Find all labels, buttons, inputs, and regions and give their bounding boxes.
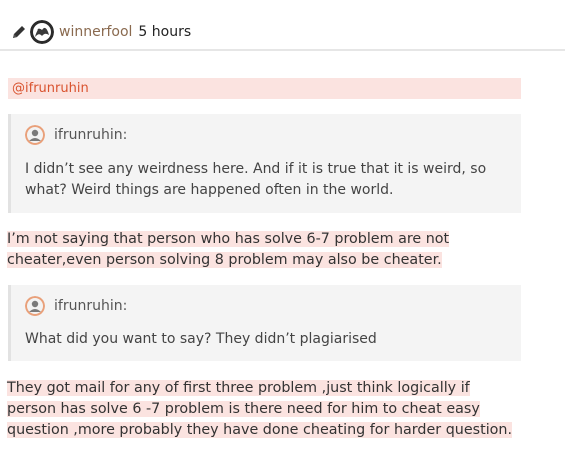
author-username[interactable]: winnerfool: [59, 24, 132, 40]
header-divider: [0, 49, 565, 51]
quote-avatar[interactable]: [25, 125, 45, 145]
reply-paragraph: They got mail for any of first three pro…: [7, 378, 522, 441]
author-avatar[interactable]: [30, 20, 54, 44]
quote-block: ifrunruhin: I didn’t see any weirdness h…: [8, 114, 521, 213]
post-timestamp[interactable]: 5 hours: [138, 24, 191, 40]
quote-text: I didn’t see any weirdness here. And if …: [25, 161, 487, 198]
quote-header: ifrunruhin:: [25, 296, 127, 316]
quote-author: ifrunruhin:: [54, 298, 128, 314]
reply-paragraph: I’m not saying that person who has solve…: [7, 229, 522, 271]
quote-avatar[interactable]: [25, 296, 45, 316]
pencil-icon[interactable]: [10, 23, 28, 41]
quote-block: ifrunruhin: What did you want to say? Th…: [8, 285, 521, 361]
reply-paragraph-text: I’m not saying that person who has solve…: [7, 231, 450, 268]
mention-line: @ifrunruhin: [8, 78, 521, 99]
quote-text: What did you want to say? They didn’t pl…: [25, 331, 377, 347]
quote-author: ifrunruhin:: [54, 127, 128, 143]
reply-paragraph-text: They got mail for any of first three pro…: [7, 380, 513, 438]
quote-header: ifrunruhin:: [25, 125, 127, 145]
user-mention-link[interactable]: @ifrunruhin: [12, 81, 89, 96]
post-header: winnerfool 5 hours: [10, 19, 191, 45]
